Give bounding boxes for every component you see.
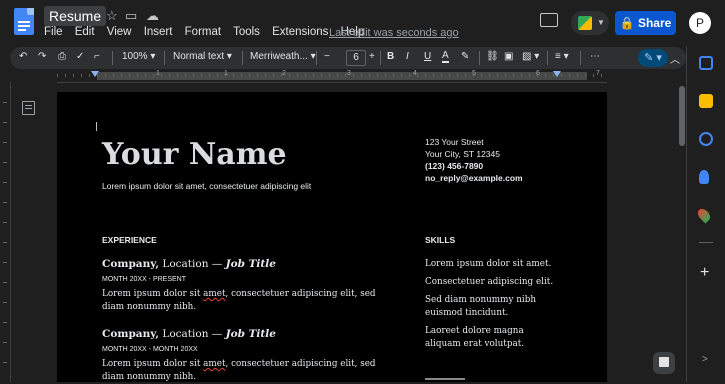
- tasks-icon[interactable]: [699, 132, 713, 146]
- vertical-ruler[interactable]: [0, 82, 11, 382]
- menu-tools[interactable]: Tools: [233, 26, 260, 38]
- italic-button[interactable]: I: [406, 51, 409, 62]
- decrease-font-size-button[interactable]: −: [324, 51, 330, 62]
- job-1-title-line: Company, Location — Job Title: [102, 258, 276, 270]
- menu-insert[interactable]: Insert: [144, 26, 173, 38]
- menu-file[interactable]: File: [44, 26, 63, 38]
- align-icon[interactable]: ≡ ▾: [555, 51, 569, 62]
- last-edit-link[interactable]: Last edit was seconds ago: [329, 27, 459, 39]
- add-comment-icon[interactable]: ▣: [504, 51, 513, 62]
- right-indent-marker[interactable]: [553, 71, 561, 77]
- docs-logo-icon[interactable]: [14, 8, 34, 35]
- pencil-icon: ✎: [644, 52, 654, 64]
- paint-format-icon[interactable]: ⌐: [94, 51, 100, 62]
- menu-edit[interactable]: Edit: [75, 26, 95, 38]
- job-2-description: Lorem ipsum dolor sit amet, consectetuer…: [102, 359, 376, 382]
- next-section-heading-partial: [425, 378, 465, 384]
- share-label: Share: [637, 16, 672, 30]
- chevron-down-icon: ▼: [597, 18, 605, 27]
- skill-item: Consectetuer adipiscing elit.: [425, 277, 554, 287]
- style-select[interactable]: Normal text ▾: [173, 51, 232, 62]
- title-bar: Resume ☆ ▭ ☁ File Edit View Insert Forma…: [0, 0, 725, 46]
- avatar[interactable]: P: [689, 12, 711, 34]
- menu-extensions[interactable]: Extensions: [272, 26, 328, 38]
- explore-button[interactable]: [653, 352, 675, 374]
- menu-view[interactable]: View: [107, 26, 132, 38]
- document-page[interactable]: Your Name Lorem ipsum dolor sit amet, co…: [57, 92, 607, 382]
- skill-item: Laoreet dolore magna aliquam erat volutp…: [425, 326, 525, 349]
- address-line-2: Your City, ST 12345: [425, 149, 500, 159]
- font-size-input[interactable]: 6: [346, 50, 366, 66]
- keep-icon[interactable]: [699, 94, 713, 108]
- meet-icon: [578, 16, 592, 30]
- insert-image-icon[interactable]: ▨ ▾: [522, 51, 539, 62]
- resume-name: Your Name: [102, 137, 287, 172]
- cloud-saved-icon[interactable]: ☁: [146, 8, 159, 24]
- skills-heading: SKILLS: [425, 235, 456, 245]
- text-color-button[interactable]: A: [442, 51, 449, 63]
- more-options-button[interactable]: ⋯: [590, 51, 600, 62]
- calendar-icon[interactable]: [699, 56, 713, 70]
- experience-heading: EXPERIENCE: [102, 235, 157, 245]
- phone: (123) 456-7890: [425, 161, 484, 171]
- skill-item: Sed diam nonummy nibh euismod tincidunt.: [425, 295, 537, 318]
- job-1-description: Lorem ipsum dolor sit amet, consectetuer…: [102, 289, 376, 312]
- collapse-menus-icon[interactable]: ︿: [670, 51, 680, 66]
- add-comment-icon: [659, 357, 669, 367]
- job-2-dates: MONTH 20XX - MONTH 20XX: [102, 346, 198, 353]
- document-title[interactable]: Resume: [44, 6, 107, 26]
- side-panel: + >: [686, 46, 725, 382]
- text-cursor: [96, 122, 97, 131]
- comment-history-icon[interactable]: [540, 13, 558, 27]
- link-icon[interactable]: ⛓: [486, 51, 499, 62]
- vertical-scrollbar[interactable]: [679, 82, 685, 382]
- move-folder-icon[interactable]: ▭: [125, 8, 137, 24]
- formatting-toolbar: ↶ ↷ ⎙ ✓ ⌐ 100% ▾ Normal text ▾ Merriweat…: [10, 47, 686, 69]
- contacts-icon[interactable]: [699, 170, 709, 184]
- increase-font-size-button[interactable]: +: [369, 51, 375, 62]
- maps-icon[interactable]: [695, 206, 713, 224]
- job-2-title-line: Company, Location — Job Title: [102, 328, 276, 340]
- menu-bar: File Edit View Insert Format Tools Exten…: [44, 26, 373, 38]
- redo-icon[interactable]: ↷: [38, 51, 46, 62]
- resume-subtitle: Lorem ipsum dolor sit amet, consectetuer…: [102, 181, 312, 191]
- job-1-dates: MONTH 20XX - PRESENT: [102, 276, 187, 283]
- meet-button[interactable]: ▼: [571, 11, 609, 35]
- contact-block: 123 Your Street Your City, ST 12345 (123…: [425, 136, 523, 184]
- undo-icon[interactable]: ↶: [19, 51, 27, 62]
- bold-button[interactable]: B: [387, 51, 394, 62]
- menu-format[interactable]: Format: [185, 26, 221, 38]
- spellcheck-icon[interactable]: ✓: [76, 51, 84, 62]
- zoom-select[interactable]: 100% ▾: [122, 51, 155, 62]
- left-indent-marker[interactable]: [91, 71, 99, 77]
- chevron-right-icon[interactable]: >: [702, 354, 708, 365]
- underline-button[interactable]: U: [424, 51, 431, 62]
- skill-item: Lorem ipsum dolor sit amet.: [425, 259, 552, 269]
- editing-mode-button[interactable]: ✎ ▾: [638, 49, 668, 67]
- address-line-1: 123 Your Street: [425, 137, 484, 147]
- horizontal-ruler[interactable]: 1 1 2 3 4 5 6 7: [57, 70, 607, 83]
- highlight-icon[interactable]: ✎: [461, 51, 469, 62]
- share-button[interactable]: 🔒 Share: [615, 11, 676, 35]
- email: no_reply@example.com: [425, 173, 523, 183]
- font-select[interactable]: Merriweath... ▾: [250, 51, 316, 62]
- print-icon[interactable]: ⎙: [58, 51, 66, 62]
- star-icon[interactable]: ☆: [106, 8, 118, 24]
- document-outline-icon[interactable]: [22, 101, 35, 115]
- get-add-ons-icon[interactable]: +: [700, 264, 709, 282]
